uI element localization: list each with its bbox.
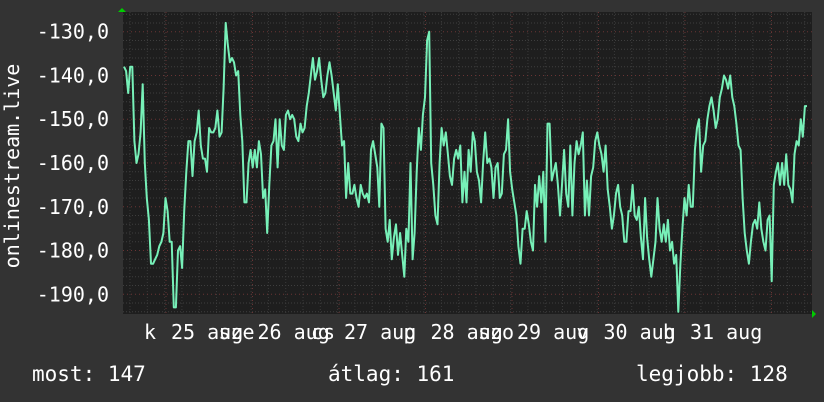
y-tick-label: -130,0 — [37, 20, 109, 44]
x-tick-label: 31 aug — [690, 320, 762, 344]
x-axis-ticks: k 25 augsze 26 augcs 27 augp 28 augszo 29 aug… — [144, 320, 762, 344]
stat-current: most: 147 — [32, 362, 146, 386]
x-tick-label: sze — [218, 320, 254, 344]
y-tick-label: -190,0 — [37, 282, 109, 306]
y-tick-label: -170,0 — [37, 195, 109, 219]
y-tick-label: -140,0 — [37, 63, 109, 87]
x-tick-label: v — [576, 320, 588, 344]
x-tick-label: h — [663, 320, 675, 344]
x-tick-label: cs — [311, 320, 335, 344]
stat-best: legjobb: 128 — [636, 362, 788, 386]
x-tick-label: szo — [478, 320, 514, 344]
y-tick-label: -160,0 — [37, 151, 109, 175]
y-axis-arrow — [118, 8, 126, 12]
y-tick-label: -180,0 — [37, 239, 109, 263]
x-tick-label: k — [144, 320, 156, 344]
chart: -130,0 -140,0 -150,0 -160,0 -170,0 -180,0 -190… — [0, 8, 816, 344]
y-axis-ticks: -130,0 -140,0 -150,0 -160,0 -170,0 -180,0 -190… — [37, 20, 109, 307]
y-tick-label: -150,0 — [37, 107, 109, 131]
x-tick-label: p — [403, 320, 415, 344]
x-axis-arrow — [812, 310, 816, 318]
stat-average: átlag: 161 — [328, 362, 455, 386]
y-axis-label: onlinestream.live — [0, 64, 24, 269]
